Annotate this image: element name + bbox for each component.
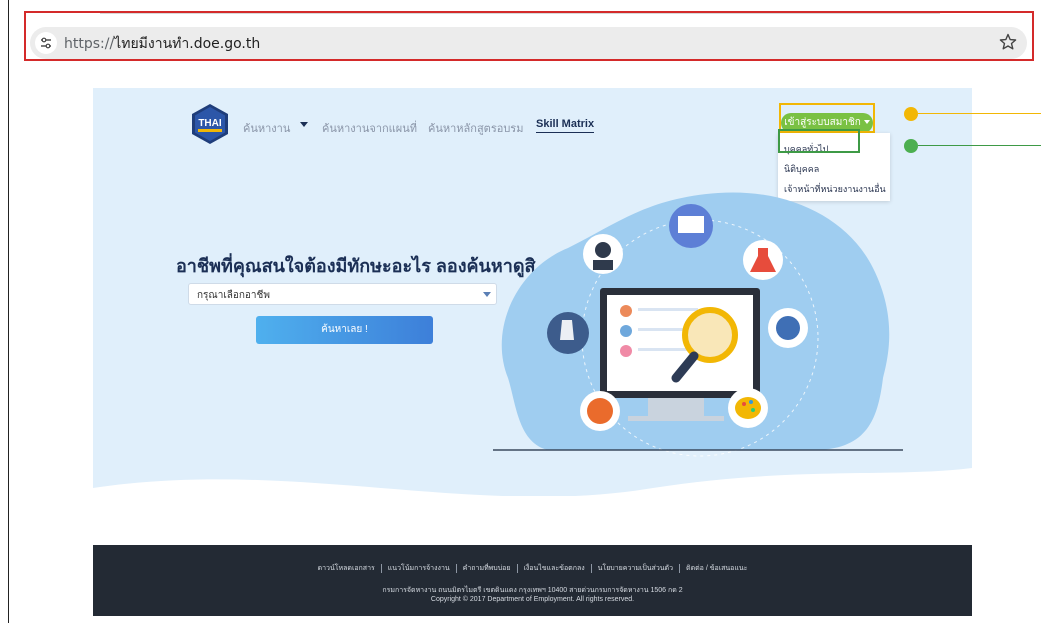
nav-find-course[interactable]: ค้นหาหลักสูตรอบรม <box>428 119 523 137</box>
callout-marker-login <box>904 107 918 121</box>
site-footer: ดาวน์โหลดเอกสาร แนวโน้มการจ้างงาน คำถามที่… <box>93 545 972 616</box>
occupation-select-value: กรุณาเลือกอาชีพ <box>197 290 270 301</box>
footer-separator <box>455 563 457 573</box>
callout-line-login <box>918 113 1041 114</box>
footer-link-faq[interactable]: คำถามที่พบบ่อย <box>463 565 511 572</box>
callout-line-menu-item <box>918 145 1041 146</box>
footer-separator <box>516 563 518 573</box>
footer-separator <box>679 563 681 573</box>
footer-separator <box>590 563 592 573</box>
footer-link-privacy[interactable]: นโยบายความเป็นส่วนตัว <box>598 565 673 572</box>
frame-border <box>8 0 9 623</box>
footer-link-terms[interactable]: เงื่อนไขและข้อตกลง <box>524 565 585 572</box>
site-logo[interactable]: THAI <box>188 102 232 146</box>
search-button[interactable]: ค้นหาเลย ! <box>256 316 433 344</box>
menu-item-highlight <box>778 129 860 153</box>
hero-wave <box>93 468 972 548</box>
hero-title: อาชีพที่คุณสนใจต้องมีทักษะอะไร ลองค้นหาด… <box>176 256 536 276</box>
footer-copyright: Copyright © 2017 Department of Employmen… <box>430 596 635 603</box>
nav-skill-matrix[interactable]: Skill Matrix <box>536 118 595 133</box>
footer-link-employment-trend[interactable]: แนวโน้มการจ้างงาน <box>388 565 450 572</box>
screenshot: https://ไทยมีงานทำ.doe.go.th THAI ค้นหาง… <box>0 0 1041 623</box>
nav-find-job-map[interactable]: ค้นหางานจากแผนที่ <box>322 119 417 137</box>
menu-item-juristic-person[interactable]: นิติบุคคล <box>784 162 819 176</box>
hero-illustration <box>493 192 903 457</box>
footer-link-contact[interactable]: ติดต่อ / ข้อเสนอแนะ <box>686 565 747 572</box>
footer-separator <box>380 563 382 573</box>
logo-text: THAI <box>198 118 222 129</box>
footer-links: ดาวน์โหลดเอกสาร แนวโน้มการจ้างงาน คำถามที่… <box>93 563 972 574</box>
footer-address: กรมการจัดหางาน ถนนมิตรไมตรี เขตดินแดง กร… <box>382 587 683 594</box>
callout-marker-menu-item <box>904 139 918 153</box>
occupation-select[interactable]: กรุณาเลือกอาชีพ <box>188 283 497 305</box>
web-page: THAI ค้นหางาน ค้นหางานจากแผนที่ ค้นหาหลั… <box>93 88 972 616</box>
footer-link-downloads[interactable]: ดาวน์โหลดเอกสาร <box>318 565 375 572</box>
address-bar-highlight <box>24 11 1034 61</box>
nav-find-job[interactable]: ค้นหางาน <box>243 119 290 137</box>
chevron-down-icon[interactable] <box>300 122 308 127</box>
